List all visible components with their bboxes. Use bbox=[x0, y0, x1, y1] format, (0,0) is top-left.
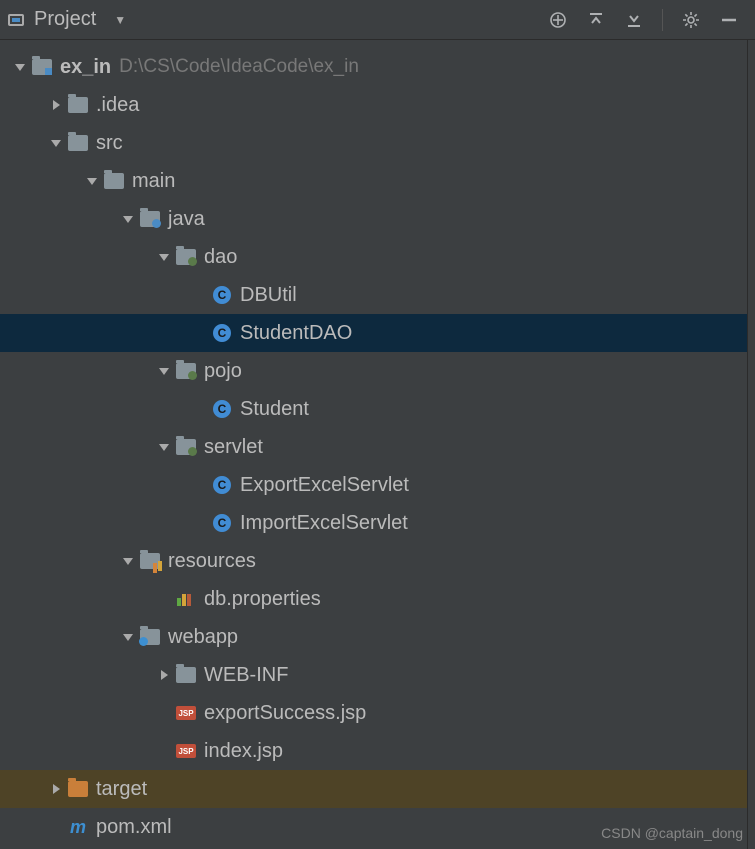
tree-node-webapp[interactable]: webapp bbox=[0, 618, 755, 656]
node-label: db.properties bbox=[204, 588, 321, 611]
node-label: target bbox=[96, 778, 147, 801]
module-folder-icon bbox=[32, 58, 52, 76]
folder-icon bbox=[104, 172, 124, 190]
properties-file-icon bbox=[176, 590, 196, 608]
collapse-all-icon[interactable] bbox=[624, 10, 644, 30]
expand-arrow-icon[interactable] bbox=[48, 100, 64, 110]
node-label: resources bbox=[168, 550, 256, 573]
node-label: ex_in bbox=[60, 56, 111, 79]
tree-node-servlet[interactable]: servlet bbox=[0, 428, 755, 466]
tree-node-target[interactable]: target bbox=[0, 770, 755, 808]
node-label: dao bbox=[204, 246, 237, 269]
node-label: ImportExcelServlet bbox=[240, 512, 408, 535]
class-icon bbox=[212, 514, 232, 532]
toolbar-separator bbox=[662, 9, 663, 31]
node-label: ExportExcelServlet bbox=[240, 474, 409, 497]
tree-node-pojo[interactable]: pojo bbox=[0, 352, 755, 390]
node-label: pojo bbox=[204, 360, 242, 383]
folder-icon bbox=[68, 134, 88, 152]
node-label: DBUtil bbox=[240, 284, 297, 307]
folder-icon bbox=[176, 666, 196, 684]
tree-node-dbutil[interactable]: DBUtil bbox=[0, 276, 755, 314]
node-label: exportSuccess.jsp bbox=[204, 702, 366, 725]
expand-arrow-icon[interactable] bbox=[156, 254, 172, 261]
node-label: .idea bbox=[96, 94, 139, 117]
tree-node-dao[interactable]: dao bbox=[0, 238, 755, 276]
node-label: webapp bbox=[168, 626, 238, 649]
class-icon bbox=[212, 286, 232, 304]
expand-arrow-icon[interactable] bbox=[156, 368, 172, 375]
tree-node-webinf[interactable]: WEB-INF bbox=[0, 656, 755, 694]
node-label: pom.xml bbox=[96, 816, 172, 839]
tree-node-main[interactable]: main bbox=[0, 162, 755, 200]
node-label: StudentDAO bbox=[240, 322, 352, 345]
tree-node-indexjsp[interactable]: index.jsp bbox=[0, 732, 755, 770]
toolbar-actions bbox=[548, 9, 747, 31]
expand-arrow-icon[interactable] bbox=[84, 178, 100, 185]
package-icon bbox=[176, 362, 196, 380]
tree-node-student[interactable]: Student bbox=[0, 390, 755, 428]
tree-node-java[interactable]: java bbox=[0, 200, 755, 238]
gear-icon[interactable] bbox=[681, 10, 701, 30]
maven-file-icon bbox=[68, 818, 88, 836]
tree-node-exportservlet[interactable]: ExportExcelServlet bbox=[0, 466, 755, 504]
node-label: index.jsp bbox=[204, 740, 283, 763]
right-gutter bbox=[747, 40, 755, 849]
class-icon bbox=[212, 324, 232, 342]
source-folder-icon bbox=[140, 210, 160, 228]
node-label: java bbox=[168, 208, 205, 231]
project-tree: ex_in D:\CS\Code\IdeaCode\ex_in .idea sr… bbox=[0, 40, 755, 846]
expand-arrow-icon[interactable] bbox=[156, 670, 172, 680]
project-view-icon bbox=[8, 14, 24, 26]
hide-icon[interactable] bbox=[719, 10, 739, 30]
tree-node-importservlet[interactable]: ImportExcelServlet bbox=[0, 504, 755, 542]
expand-arrow-icon[interactable] bbox=[48, 140, 64, 147]
project-title: Project bbox=[34, 8, 96, 31]
webapp-folder-icon bbox=[140, 628, 160, 646]
project-toolbar: Project ▼ bbox=[0, 0, 755, 40]
node-label: src bbox=[96, 132, 123, 155]
expand-arrow-icon[interactable] bbox=[120, 558, 136, 565]
resources-folder-icon bbox=[140, 552, 160, 570]
tree-node-studentdao[interactable]: StudentDAO bbox=[0, 314, 755, 352]
jsp-file-icon bbox=[176, 704, 196, 722]
class-icon bbox=[212, 476, 232, 494]
expand-arrow-icon[interactable] bbox=[120, 634, 136, 641]
folder-icon bbox=[68, 96, 88, 114]
node-path: D:\CS\Code\IdeaCode\ex_in bbox=[119, 56, 359, 78]
node-label: servlet bbox=[204, 436, 263, 459]
tree-node-idea[interactable]: .idea bbox=[0, 86, 755, 124]
chevron-down-icon: ▼ bbox=[114, 13, 126, 27]
tree-node-dbprops[interactable]: db.properties bbox=[0, 580, 755, 618]
watermark: CSDN @captain_dong bbox=[601, 825, 743, 841]
expand-arrow-icon[interactable] bbox=[12, 64, 28, 71]
expand-arrow-icon[interactable] bbox=[48, 784, 64, 794]
package-icon bbox=[176, 248, 196, 266]
expand-all-icon[interactable] bbox=[586, 10, 606, 30]
jsp-file-icon bbox=[176, 742, 196, 760]
select-opened-file-icon[interactable] bbox=[548, 10, 568, 30]
package-icon bbox=[176, 438, 196, 456]
class-icon bbox=[212, 400, 232, 418]
node-label: Student bbox=[240, 398, 309, 421]
tree-node-exportjsp[interactable]: exportSuccess.jsp bbox=[0, 694, 755, 732]
expand-arrow-icon[interactable] bbox=[156, 444, 172, 451]
project-selector[interactable]: Project ▼ bbox=[8, 8, 126, 31]
tree-node-root[interactable]: ex_in D:\CS\Code\IdeaCode\ex_in bbox=[0, 48, 755, 86]
expand-arrow-icon[interactable] bbox=[120, 216, 136, 223]
node-label: main bbox=[132, 170, 175, 193]
excluded-folder-icon bbox=[68, 780, 88, 798]
tree-node-resources[interactable]: resources bbox=[0, 542, 755, 580]
node-label: WEB-INF bbox=[204, 664, 288, 687]
tree-node-src[interactable]: src bbox=[0, 124, 755, 162]
